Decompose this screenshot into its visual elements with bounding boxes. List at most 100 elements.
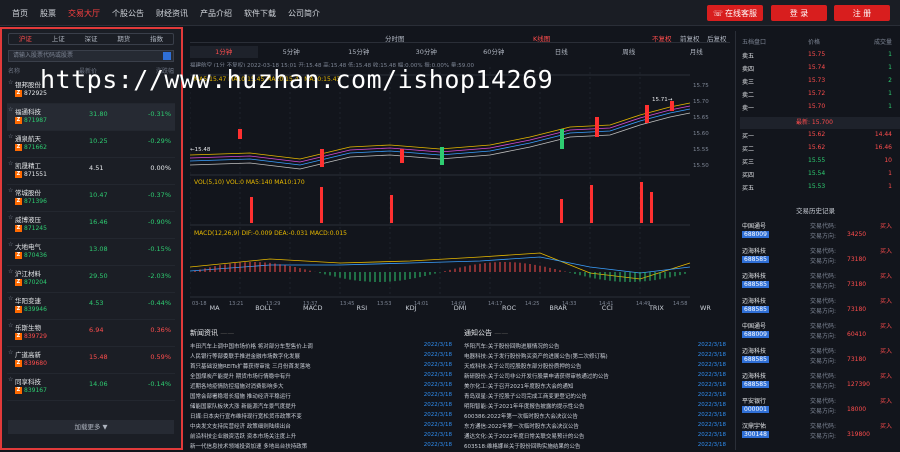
market-tab-3[interactable]: 期货 xyxy=(107,34,140,44)
register-button[interactable]: 注 册 xyxy=(834,5,890,21)
news-row[interactable]: 600386:2022年第一次临时股东大会决议公告 2022/3/18 xyxy=(464,412,730,422)
history-row[interactable]: 平安银行 000001 交易代码: 交易方向: 18000 买入 xyxy=(740,396,900,416)
news-text[interactable]: 东方通信:2022年第一次临时股东大会决议公告 xyxy=(464,422,689,430)
news-text[interactable]: 新研股份:关于公司非公开发行股票申请获得审核通过的公告 xyxy=(464,372,689,380)
stock-row[interactable]: ☆ 沪江材料 Z 870204 29.50 -2.03% xyxy=(7,266,175,293)
news-row[interactable]: 近期各地疫情防控措施对消费影响多大 2022/3/18 xyxy=(190,382,456,392)
interval-tab-1[interactable]: 5分钟 xyxy=(258,46,326,58)
news-row[interactable]: 储能国家队板块大涨 新能源汽车景气度提升 2022/3/18 xyxy=(190,402,456,412)
news-row[interactable]: 新一代信息技术领域投资加速 多地出台扶持政策 2022/3/18 xyxy=(190,442,456,452)
star-icon[interactable]: ☆ xyxy=(8,133,13,140)
stock-row[interactable]: ☆ 广道高新 Z 839680 15.48 0.59% xyxy=(7,347,175,374)
star-icon[interactable]: ☆ xyxy=(8,160,13,167)
news-row[interactable]: 华阳汽车:关于股份回购进展情况的公告 2022/3/18 xyxy=(464,342,730,352)
news-text[interactable]: 603518:维格娜丝关于股份回购实施结果的公告 xyxy=(464,442,689,450)
news-text[interactable]: 前沿科技企业融资活跃 资本市场关注度上升 xyxy=(190,432,415,440)
nav-item-1[interactable]: 股票 xyxy=(40,8,56,19)
news-row[interactable]: 天成科技:关于公司控股股东部分股份质押的公告 2022/3/18 xyxy=(464,362,730,372)
history-row[interactable]: 迈海科技 688585 交易代码: 交易方向: 127390 买入 xyxy=(740,371,900,391)
history-row[interactable]: 迈海科技 688585 交易代码: 交易方向: 73180 买入 xyxy=(740,246,900,266)
history-row[interactable]: 汉鼎宇佑 300148 交易代码: 交易方向: 319800 买入 xyxy=(740,421,900,441)
news-text[interactable]: 人民银行等部委联手推进金融市场数字化发展 xyxy=(190,352,415,360)
nav-item-6[interactable]: 软件下载 xyxy=(244,8,276,19)
tab-no-adjust[interactable]: 不复权 xyxy=(652,33,672,43)
indicator-ma[interactable]: MA xyxy=(190,301,239,315)
interval-tab-5[interactable]: 日线 xyxy=(528,46,596,58)
news-text[interactable]: 美尔化工:关于召开2021年度股东大会的通知 xyxy=(464,382,689,390)
indicator-cci[interactable]: CCI xyxy=(583,301,632,315)
stock-row[interactable]: ☆ 乐斯生物 Z 839729 6.94 0.36% xyxy=(7,320,175,347)
news-row[interactable]: 中央发文支持民营经济 政策细则陆续出台 2022/3/18 xyxy=(190,422,456,432)
news-row[interactable]: 603518:维格娜丝关于股份回购实施结果的公告 2022/3/18 xyxy=(464,442,730,452)
stock-search-input[interactable]: 请输入股票代码或股票 xyxy=(8,50,174,62)
tab-backward-adjust[interactable]: 后复权 xyxy=(707,33,727,43)
stock-row[interactable]: ☆ 华阳变速 Z 839946 4.53 -0.44% xyxy=(7,293,175,320)
stock-row[interactable]: ☆ 银邦股份 Z 872925 xyxy=(7,77,175,104)
market-tab-2[interactable]: 深证 xyxy=(75,34,108,44)
news-row[interactable]: 新研股份:关于公司非公开发行股票申请获得审核通过的公告 2022/3/18 xyxy=(464,372,730,382)
news-text[interactable]: 新一代信息技术领域投资加速 多地出台扶持政策 xyxy=(190,442,415,450)
star-icon[interactable]: ☆ xyxy=(8,349,13,356)
interval-tab-6[interactable]: 周线 xyxy=(595,46,663,58)
news-row[interactable]: 东方通信:2022年第一次临时股东大会决议公告 2022/3/18 xyxy=(464,422,730,432)
tab-forward-adjust[interactable]: 前复权 xyxy=(680,33,700,43)
news-text[interactable]: 首只基础设施REITs扩募获得审批 三月份首发落地 xyxy=(190,362,415,370)
stock-row[interactable]: ☆ 凯晟精工 Z 871551 4.51 0.00% xyxy=(7,158,175,185)
star-icon[interactable]: ☆ xyxy=(8,295,13,302)
news-text[interactable]: 600386:2022年第一次临时股东大会决议公告 xyxy=(464,412,689,420)
news-row[interactable]: 国常会部署稳增长措施 推动经济平稳运行 2022/3/18 xyxy=(190,392,456,402)
kline-chart[interactable]: MA5:15.47 MA10:15.45 MA20:15.43 MA30:15.… xyxy=(190,67,730,307)
search-icon[interactable] xyxy=(163,52,171,60)
news-row[interactable]: 明阳智能:关于2021年年度报告披露的提示性公告 2022/3/18 xyxy=(464,402,730,412)
news-row[interactable]: 通达文化:关于2022年度日常关联交易预计的公告 2022/3/18 xyxy=(464,432,730,442)
history-row[interactable]: 中国通号 688009 交易代码: 交易方向: 60410 买入 xyxy=(740,321,900,341)
news-text[interactable]: 储能国家队板块大涨 新能源汽车景气度提升 xyxy=(190,402,415,410)
tab-kline[interactable]: K线图 xyxy=(533,33,550,43)
news-text[interactable]: 全国煤炭产能提升 期货市场行情稳中有升 xyxy=(190,372,415,380)
indicator-kdj[interactable]: KDJ xyxy=(386,301,435,315)
news-row[interactable]: 青岛双星:关于控股子公司完成工商变更登记的公告 2022/3/18 xyxy=(464,392,730,402)
indicator-rsi[interactable]: RSI xyxy=(337,301,386,315)
stock-row[interactable]: ☆ 同享科技 Z 839167 14.06 -0.14% xyxy=(7,374,175,401)
indicator-roc[interactable]: ROC xyxy=(485,301,534,315)
news-text[interactable]: 国常会部署稳增长措施 推动经济平稳运行 xyxy=(190,392,415,400)
star-icon[interactable]: ☆ xyxy=(8,241,13,248)
stock-row[interactable]: ☆ 福通科技 Z 871987 31.80 -0.31% xyxy=(7,104,175,131)
load-more-button[interactable]: 加载更多 ▼ xyxy=(8,420,174,434)
news-text[interactable]: 电器科技:关于发行股份购买资产的进展公告(第二次修订稿) xyxy=(464,352,689,360)
stock-row[interactable]: ☆ 通泉航天 Z 871662 10.25 -0.29% xyxy=(7,131,175,158)
star-icon[interactable]: ☆ xyxy=(8,376,13,383)
news-row[interactable]: 美尔化工:关于召开2021年度股东大会的通知 2022/3/18 xyxy=(464,382,730,392)
stock-row[interactable]: ☆ 大地电气 Z 870436 13.08 -0.15% xyxy=(7,239,175,266)
star-icon[interactable]: ☆ xyxy=(8,322,13,329)
star-icon[interactable]: ☆ xyxy=(8,214,13,221)
interval-tab-4[interactable]: 60分钟 xyxy=(460,46,528,58)
nav-item-0[interactable]: 首页 xyxy=(12,8,28,19)
indicator-dmi[interactable]: DMI xyxy=(435,301,484,315)
stock-row[interactable]: ☆ 威博液压 Z 871245 16.46 -0.90% xyxy=(7,212,175,239)
online-service-button[interactable]: ☏ 在线客服 xyxy=(707,5,763,21)
star-icon[interactable]: ☆ xyxy=(8,106,13,113)
history-row[interactable]: 迈海科技 688585 交易代码: 交易方向: 73180 买入 xyxy=(740,271,900,291)
stock-row[interactable]: ☆ 常城股份 Z 871396 10.47 -0.37% xyxy=(7,185,175,212)
news-text[interactable]: 青岛双星:关于控股子公司完成工商变更登记的公告 xyxy=(464,392,689,400)
news-text[interactable]: 通达文化:关于2022年度日常关联交易预计的公告 xyxy=(464,432,689,440)
indicator-boll[interactable]: BOLL xyxy=(239,301,288,315)
interval-tab-3[interactable]: 30分钟 xyxy=(393,46,461,58)
indicator-trix[interactable]: TRIX xyxy=(632,301,681,315)
news-row[interactable]: 前沿科技企业融资活跃 资本市场关注度上升 2022/3/18 xyxy=(190,432,456,442)
news-row[interactable]: 电器科技:关于发行股份购买资产的进展公告(第二次修订稿) 2022/3/18 xyxy=(464,352,730,362)
nav-item-3[interactable]: 个股公告 xyxy=(112,8,144,19)
news-text[interactable]: 近期各地疫情防控措施对消费影响多大 xyxy=(190,382,415,390)
news-text[interactable]: 中央发文支持民营经济 政策细则陆续出台 xyxy=(190,422,415,430)
nav-item-4[interactable]: 财经资讯 xyxy=(156,8,188,19)
star-icon[interactable]: ☆ xyxy=(8,187,13,194)
news-text[interactable]: 天成科技:关于公司控股股东部分股份质押的公告 xyxy=(464,362,689,370)
history-row[interactable]: 迈海科技 688585 交易代码: 交易方向: 73180 买入 xyxy=(740,296,900,316)
history-row[interactable]: 中国通号 688009 交易代码: 交易方向: 34250 买入 xyxy=(740,221,900,241)
indicator-wr[interactable]: WR xyxy=(681,301,730,315)
news-text[interactable]: 丰田汽车上调中国市场价格 将对部分车型售价上调 xyxy=(190,342,415,350)
news-text[interactable]: 华阳汽车:关于股份回购进展情况的公告 xyxy=(464,342,689,350)
news-row[interactable]: 全国煤炭产能提升 期货市场行情稳中有升 2022/3/18 xyxy=(190,372,456,382)
news-text[interactable]: 明阳智能:关于2021年年度报告披露的提示性公告 xyxy=(464,402,689,410)
